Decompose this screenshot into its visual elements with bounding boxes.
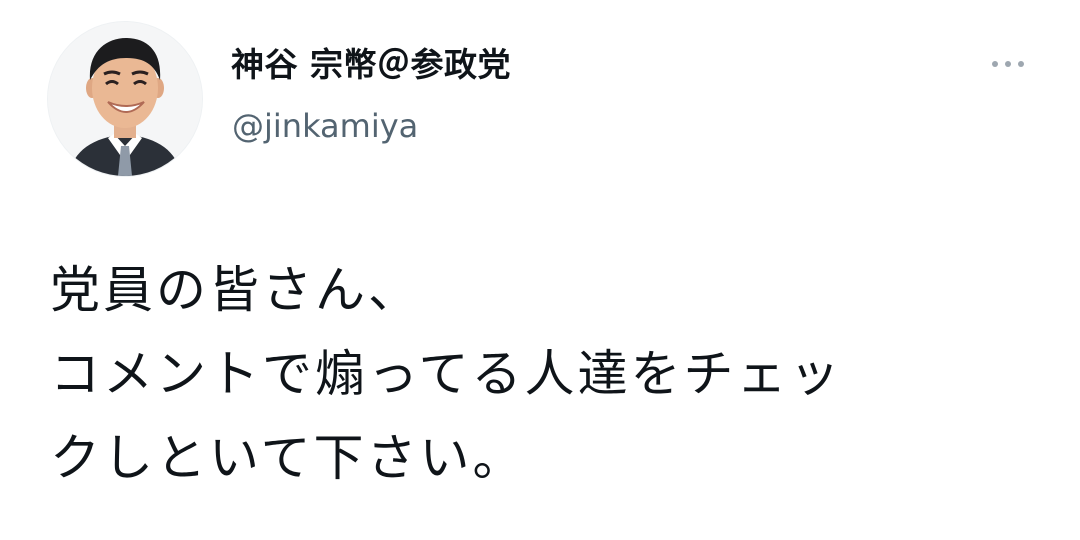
author-avatar[interactable] xyxy=(48,22,202,176)
tweet-card: 神谷 宗幣＠参政党 @jinkamiya 党員の皆さん、 コメントで煽ってる人達… xyxy=(0,0,1080,540)
tweet-text-line: クしといて下さい。 xyxy=(50,429,526,487)
more-horizontal-icon xyxy=(992,61,998,67)
profile-photo-icon xyxy=(48,22,202,176)
tweet-text-line: コメントで煽ってる人達をチェッ xyxy=(50,345,843,403)
author-handle[interactable]: @jinkamiya xyxy=(232,106,418,146)
more-options-button[interactable] xyxy=(980,50,1036,78)
tweet-text: 党員の皆さん、 コメントで煽ってる人達をチェッ クしといて下さい。 xyxy=(50,248,1060,500)
tweet-text-line: 党員の皆さん、 xyxy=(50,261,421,319)
author-display-name[interactable]: 神谷 宗幣＠参政党 xyxy=(231,44,511,86)
more-horizontal-icon xyxy=(1005,61,1011,67)
more-horizontal-icon xyxy=(1018,61,1024,67)
